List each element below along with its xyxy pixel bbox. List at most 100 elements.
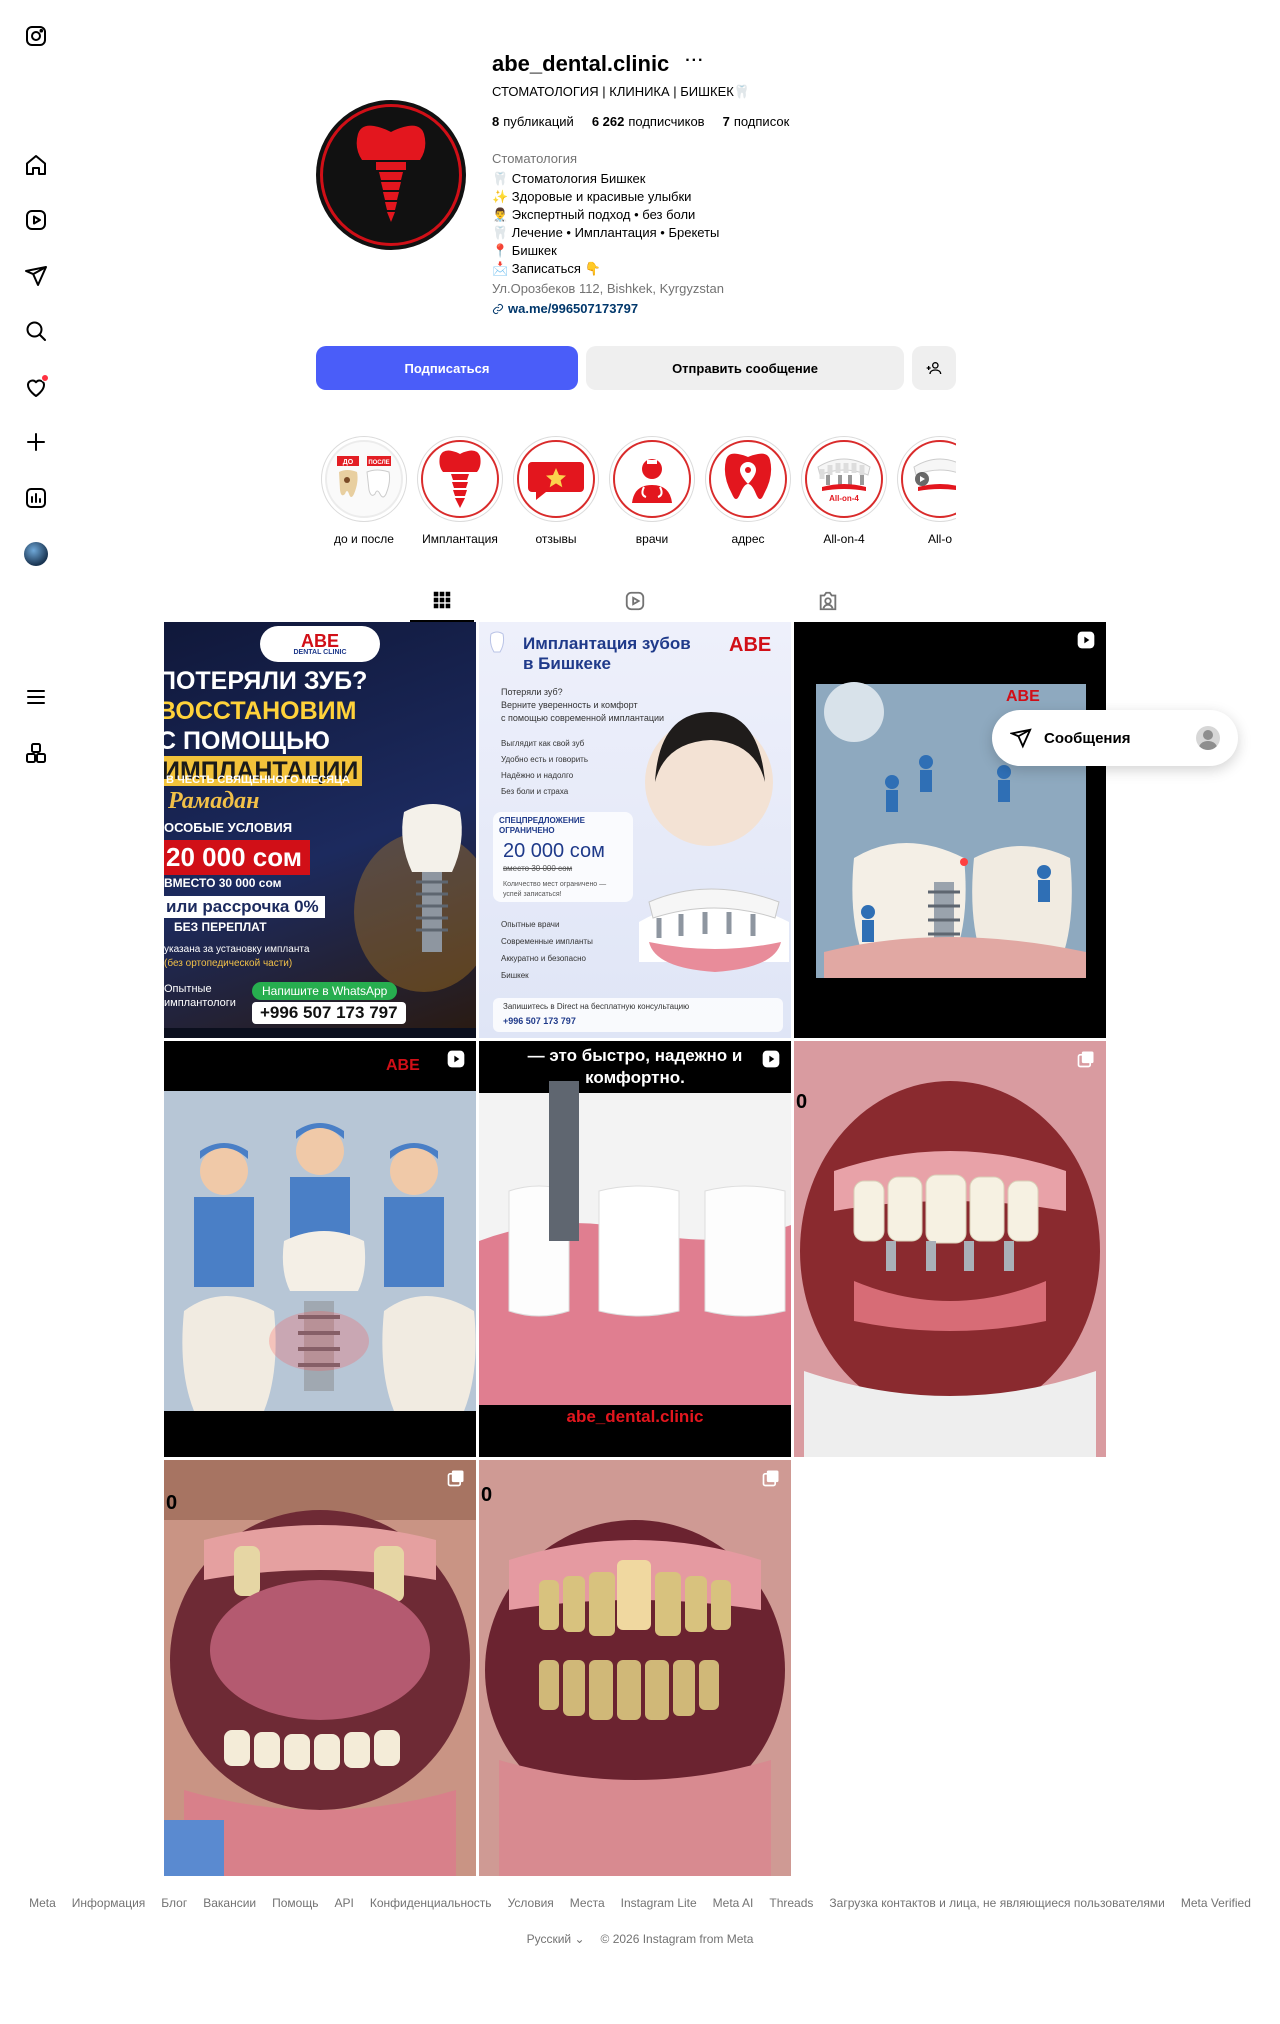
post-1-exp-1: Опытные [164, 983, 212, 995]
reels-icon[interactable] [22, 206, 50, 234]
messages-pill[interactable]: Сообщения [992, 710, 1238, 766]
footer-link[interactable]: Meta AI [713, 1896, 754, 1910]
post-4-brand: ABE [386, 1057, 420, 1074]
direct-icon [1010, 728, 1032, 749]
highlight-before-after[interactable]: ДО ПОСЛЕ до и после [316, 432, 412, 546]
footer-link[interactable]: Meta [29, 1896, 56, 1910]
footer-link[interactable]: Блог [161, 1896, 187, 1910]
post-4[interactable]: ABE [164, 1041, 476, 1457]
bio-line: 👨‍⚕️ Экспертный подход • без боли [492, 207, 696, 222]
reel-icon [446, 1049, 466, 1069]
tagged-icon [819, 591, 837, 611]
post-2-feature: Аккуратно и безопасно [501, 954, 586, 963]
highlight-all-on-6[interactable]: All-o [892, 432, 956, 546]
footer-link[interactable]: Помощь [272, 1896, 318, 1910]
menu-icon[interactable] [22, 683, 50, 711]
profile-picture[interactable] [316, 100, 466, 250]
highlight-label: All-on-4 [823, 532, 865, 546]
footer-links: Meta Информация Блог Вакансии Помощь API… [0, 1896, 1280, 1910]
post-7-mark: 0 [166, 1492, 178, 1514]
language-select[interactable]: Русский ⌄ [527, 1932, 585, 1946]
post-2-title-1: Имплантация зубов [523, 634, 691, 653]
post-2-title-2: в Бишкеке [523, 654, 611, 673]
post-8-mark: 0 [481, 1484, 493, 1506]
post-1-month: В ЧЕСТЬ СВЯЩЕННОГО МЕСЯЦА [166, 774, 350, 786]
after-tag: ПОСЛЕ [368, 460, 389, 466]
footer-link[interactable]: Meta Verified [1181, 1896, 1251, 1910]
tab-tagged[interactable] [796, 580, 860, 622]
post-6[interactable]: 0 [794, 1041, 1106, 1457]
carousel-icon [446, 1468, 466, 1488]
send-message-button[interactable]: Отправить сообщение [586, 346, 904, 390]
highlight-implantation[interactable]: Имплантация [412, 432, 508, 546]
highlight-address[interactable]: адрес [700, 432, 796, 546]
grid-icon [433, 591, 451, 609]
messages-label: Сообщения [1044, 729, 1131, 747]
footer-link[interactable]: Информация [72, 1896, 145, 1910]
footer-link[interactable]: Threads [769, 1896, 813, 1910]
dashboard-icon[interactable] [22, 484, 50, 512]
category: Стоматология [492, 151, 578, 166]
followers-stat[interactable]: 6 262 подписчиков [592, 114, 705, 129]
notifications-heart-icon[interactable] [22, 373, 50, 401]
post-1[interactable]: ABE DENTAL CLINIC ПОТЕРЯЛИ ЗУБ? ВОССТАНО… [164, 622, 476, 1038]
highlight-all-on-4[interactable]: All-on-4 All-on-4 [796, 432, 892, 546]
post-1-note-2: (без ортопедической части) [164, 958, 293, 969]
meta-apps-icon[interactable] [22, 739, 50, 767]
tab-posts[interactable] [410, 580, 474, 622]
post-2-feature: Современные импланты [501, 937, 593, 946]
post-2-offer-2: ОГРАНИЧЕНО [499, 826, 555, 835]
more-options-icon[interactable]: ··· [685, 53, 704, 72]
instagram-logo-icon[interactable] [22, 22, 50, 50]
footer-link[interactable]: Условия [508, 1896, 554, 1910]
post-3[interactable]: ABE [794, 622, 1106, 1038]
footer-link[interactable]: API [334, 1896, 353, 1910]
post-2[interactable]: Имплантация зубов в Бишкеке ABE Потеряли… [479, 622, 791, 1038]
suggest-user-button[interactable] [912, 346, 956, 390]
address[interactable]: Ул.Орозбеков 112, Bishkek, Kyrgyzstan [492, 280, 972, 298]
footer-link[interactable]: Загрузка контактов и лица, не являющиеся… [829, 1896, 1164, 1910]
profile-info: abe_dental.clinic ··· СТОМАТОЛОГИЯ | КЛИ… [492, 50, 972, 318]
post-2-feature: Опытные врачи [501, 920, 560, 929]
reel-icon [1076, 630, 1096, 650]
posts-stat[interactable]: 8 публикаций [492, 114, 574, 129]
footer-link[interactable]: Конфиденциальность [370, 1896, 492, 1910]
post-1-phone: +996 507 173 797 [252, 1002, 406, 1024]
before-tag: ДО [343, 459, 354, 466]
profile-avatar-icon[interactable] [22, 540, 50, 568]
username: abe_dental.clinic [492, 51, 670, 76]
post-2-t1: Верните уверенность и комфорт [501, 700, 638, 710]
create-plus-icon[interactable] [22, 428, 50, 456]
search-icon[interactable] [22, 317, 50, 345]
footer-link[interactable]: Вакансии [203, 1896, 256, 1910]
bio-line: 🦷 Лечение • Имплантация • Брекеты [492, 225, 720, 240]
footer-link[interactable]: Instagram Lite [621, 1896, 697, 1910]
follow-button[interactable]: Подписаться [316, 346, 578, 390]
post-5[interactable]: — это быстро, надежно и комфортно. abe_d… [479, 1041, 791, 1457]
bio-line: ✨ Здоровые и красивые улыбки [492, 189, 692, 204]
post-1-headline-3: С ПОМОЩЬЮ [164, 727, 330, 755]
direct-icon[interactable] [22, 262, 50, 290]
profile-stats: 8 публикаций 6 262 подписчиков 7 подписок [492, 114, 972, 129]
post-2-cta: Запишитесь в Direct на бесплатную консул… [503, 1002, 690, 1011]
tab-reels[interactable] [603, 580, 667, 622]
post-1-exp-2: имплантологи [164, 997, 236, 1009]
footer-link[interactable]: Места [570, 1896, 605, 1910]
highlight-doctors[interactable]: врачи [604, 432, 700, 546]
following-stat[interactable]: 7 подписок [723, 114, 790, 129]
reel-icon [761, 1049, 781, 1069]
post-2-brand: ABE [729, 634, 772, 656]
home-icon[interactable] [22, 151, 50, 179]
post-2-offer-1: СПЕЦПРЕДЛОЖЕНИЕ [499, 816, 585, 825]
post-1-old-price: ВМЕСТО 30 000 сом [164, 876, 282, 890]
post-1-installment: или рассрочка 0% [164, 896, 325, 918]
post-2-q: Потеряли зуб? [501, 687, 563, 697]
profile-tabs [164, 580, 1106, 622]
post-7[interactable]: 0 [164, 1460, 476, 1876]
external-link[interactable]: wa.me/996507173797 [492, 300, 972, 318]
notification-dot [41, 374, 49, 382]
highlight-reviews[interactable]: отзывы [508, 432, 604, 546]
post-8[interactable]: 0 [479, 1460, 791, 1876]
left-nav [0, 0, 72, 2024]
post-1-whatsapp: Напишите в WhatsApp [252, 982, 398, 1000]
